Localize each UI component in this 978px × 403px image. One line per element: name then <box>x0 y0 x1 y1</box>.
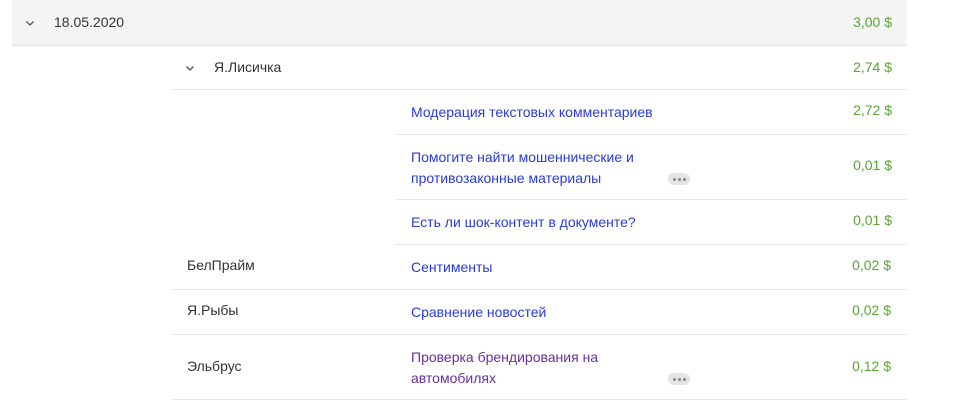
task-link[interactable]: Проверка брендирования на автомобилях <box>411 347 598 389</box>
table-row: БелПрайм Сентименты 0,02 $ <box>172 245 907 290</box>
task-title-line: Помогите найти мошеннические и <box>411 149 634 165</box>
table-row: Модерация текстовых комментариев 2,72 $ <box>396 90 907 135</box>
task-amount: 0,02 $ <box>852 302 891 318</box>
table-row: Я.Рыбы Сравнение новостей 0,02 $ <box>172 290 907 335</box>
group-date: 18.05.2020 <box>54 14 125 30</box>
table-row: Помогите найти мошеннические и противоза… <box>396 135 907 200</box>
task-amount: 0,01 $ <box>853 212 892 228</box>
task-amount: 0,12 $ <box>852 358 891 374</box>
task-amount: 0,02 $ <box>852 257 891 273</box>
requester-name: Я.Лисичка <box>214 59 282 75</box>
chevron-down-icon[interactable] <box>24 17 36 29</box>
task-title-line: противозаконные материалы <box>411 170 602 186</box>
task-title-line: автомобилях <box>411 370 496 386</box>
date-group-row[interactable]: 18.05.2020 3,00 $ <box>12 0 907 46</box>
requester-name: Эльбрус <box>187 358 242 374</box>
task-link[interactable]: Сравнение новостей <box>411 302 546 323</box>
task-amount: 2,72 $ <box>853 102 892 118</box>
task-amount: 0,01 $ <box>853 157 892 173</box>
project-group-row[interactable]: Я.Лисичка 2,74 $ <box>172 45 907 90</box>
task-link[interactable]: Помогите найти мошеннические и противоза… <box>411 147 634 189</box>
more-dots-icon[interactable] <box>668 373 690 385</box>
task-title-line: Проверка брендирования на <box>411 349 599 365</box>
requester-name: БелПрайм <box>187 257 255 273</box>
task-link[interactable]: Модерация текстовых комментариев <box>411 102 653 123</box>
task-link[interactable]: Сентименты <box>411 257 492 278</box>
requester-name: Я.Рыбы <box>187 302 239 318</box>
more-dots-icon[interactable] <box>668 173 690 185</box>
table-row: Есть ли шок-контент в документе? 0,01 $ <box>396 200 907 245</box>
group-amount: 3,00 $ <box>853 14 892 30</box>
task-link[interactable]: Есть ли шок-контент в документе? <box>411 212 636 233</box>
table-row: Эльбрус Проверка брендирования на автомо… <box>172 335 907 400</box>
project-amount: 2,74 $ <box>853 59 892 75</box>
chevron-down-icon[interactable] <box>184 62 196 74</box>
